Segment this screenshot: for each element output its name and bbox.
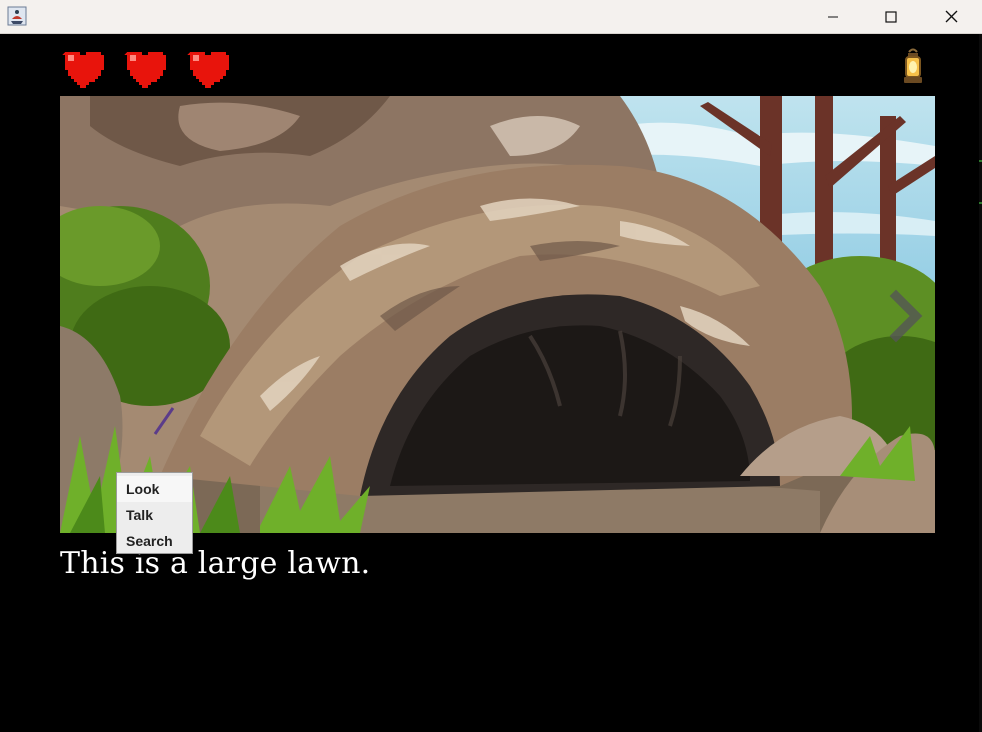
context-menu: Look Talk Search <box>116 472 193 554</box>
minimize-button[interactable] <box>804 0 862 33</box>
maximize-icon <box>885 10 897 23</box>
heart-icon <box>62 52 104 88</box>
lantern-icon[interactable] <box>900 48 926 86</box>
menu-item-search[interactable]: Search <box>117 528 192 554</box>
heart-icon <box>187 52 229 88</box>
close-button[interactable] <box>920 0 982 33</box>
game-panel: This is a large lawn. Look Talk Search <box>0 34 979 732</box>
scene-view[interactable] <box>60 96 935 533</box>
cave-scene-illustration <box>60 96 935 533</box>
minimize-icon <box>828 16 838 17</box>
maximize-button[interactable] <box>862 0 920 33</box>
menu-item-look[interactable]: Look <box>117 476 192 502</box>
menu-item-talk[interactable]: Talk <box>117 502 192 528</box>
close-icon <box>945 10 957 23</box>
window-titlebar[interactable] <box>0 0 982 34</box>
narration-text: This is a large lawn. <box>60 546 371 581</box>
heart-icon <box>124 52 166 88</box>
java-cup-icon <box>7 6 27 26</box>
